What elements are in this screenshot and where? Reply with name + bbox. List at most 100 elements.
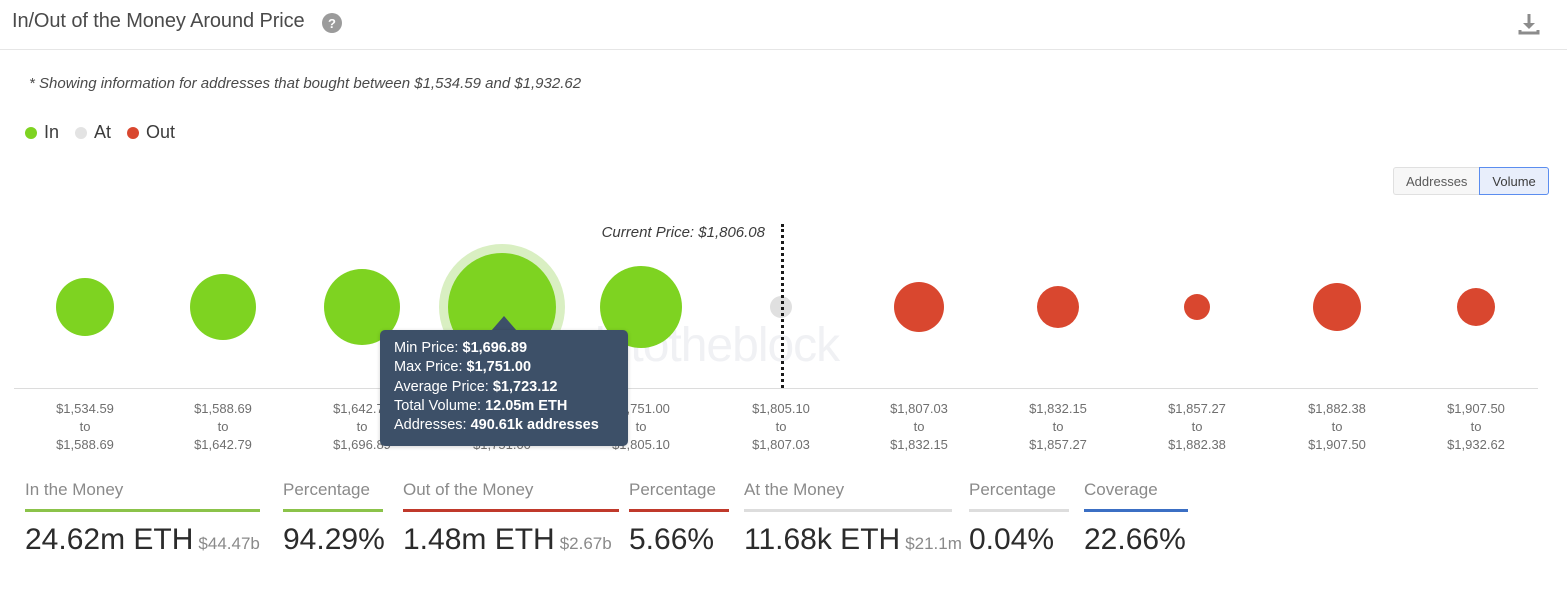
stat-rule (25, 509, 260, 512)
chart-axis-line (14, 388, 1538, 389)
stat-block: Percentage 0.04% (969, 480, 1069, 557)
x-tick-range-end: $1,642.79 (194, 437, 252, 452)
x-tick-range-separator: to (775, 419, 787, 434)
metric-toggle-group[interactable]: Addresses Volume (1393, 167, 1549, 195)
stat-value: 1.48m ETH $2.67b (403, 523, 612, 556)
stat-value: 5.66% (629, 523, 715, 556)
x-tick-range-separator: to (1331, 419, 1343, 434)
x-tick-label: $1,588.69 to $1,642.79 (163, 400, 283, 454)
tooltip-total-volume-value: 12.05m ETH (485, 397, 568, 414)
x-tick-range-end: $1,588.69 (56, 437, 114, 452)
x-tick-range-start: $1,534.59 (56, 401, 114, 416)
bubble-out[interactable] (894, 282, 944, 332)
panel-header: In/Out of the Money Around Price ? (0, 0, 1567, 50)
stat-label: Coverage (1084, 480, 1158, 499)
bubble-tooltip: Min Price: $1,696.89 Max Price: $1,751.0… (380, 330, 628, 447)
tooltip-min-price-row: Min Price: $1,696.89 (394, 339, 616, 358)
page-title: In/Out of the Money Around Price (12, 10, 305, 32)
stat-rule (283, 509, 383, 512)
x-tick-range-end: $1,882.38 (1168, 437, 1226, 452)
stat-rule (629, 509, 729, 512)
stat-block: Percentage 94.29% (283, 480, 385, 557)
stat-block: In the Money 24.62m ETH $44.47b (25, 480, 260, 557)
toggle-addresses-button[interactable]: Addresses (1393, 167, 1480, 195)
tooltip-min-price-value: $1,696.89 (462, 340, 528, 356)
current-price-line (781, 224, 784, 388)
tooltip-min-price-label: Min Price: (394, 340, 463, 356)
stat-value: 22.66% (1084, 523, 1186, 556)
stat-label: In the Money (25, 480, 124, 499)
x-tick-range-start: $1,857.27 (1168, 401, 1226, 416)
x-tick-range-start: $1,807.03 (890, 401, 948, 416)
tooltip-max-price-row: Max Price: $1,751.00 (394, 358, 616, 377)
x-tick-range-separator: to (79, 419, 91, 434)
legend-item-out[interactable]: Out (127, 122, 175, 143)
legend-label-out: Out (146, 122, 176, 142)
stat-label: Percentage (629, 480, 716, 499)
x-tick-range-start: $1,907.50 (1447, 401, 1505, 416)
x-tick-range-separator: to (1191, 419, 1203, 434)
legend-dot-in-icon (25, 126, 37, 139)
stat-block: Out of the Money 1.48m ETH $2.67b (403, 480, 619, 557)
legend: In At Out (25, 122, 191, 143)
tooltip-arrow (491, 316, 517, 331)
filter-note: * Showing information for addresses that… (29, 75, 582, 92)
x-tick-range-separator: to (217, 419, 229, 434)
legend-item-in[interactable]: In (25, 122, 59, 143)
tooltip-addresses-row: Addresses: 490.61k addresses (394, 416, 616, 435)
stat-sub-value: $2.67b (559, 534, 612, 553)
x-tick-range-separator: to (1470, 419, 1482, 434)
x-tick-range-separator: to (1052, 419, 1064, 434)
toggle-volume-button[interactable]: Volume (1479, 167, 1549, 195)
legend-item-at[interactable]: At (75, 122, 111, 143)
stat-block: At the Money 11.68k ETH $21.1m (744, 480, 962, 557)
x-tick-range-start: $1,805.10 (752, 401, 810, 416)
bubble-in[interactable] (190, 274, 256, 340)
tooltip-average-price-row: Average Price: $1,723.12 (394, 378, 616, 397)
tooltip-total-volume-label: Total Volume: (394, 397, 486, 414)
summary-stats-row: In the Money 24.62m ETH $44.47b Percentage 9… (0, 480, 1567, 580)
stat-value: 11.68k ETH $21.1m (744, 523, 962, 556)
stat-block: Coverage 22.66% (1084, 480, 1188, 557)
bubble-out[interactable] (1313, 283, 1361, 331)
stat-value: 24.62m ETH $44.47b (25, 523, 260, 556)
stat-rule (969, 509, 1069, 512)
bubble-in[interactable] (56, 278, 114, 336)
x-tick-range-start: $1,882.38 (1308, 401, 1366, 416)
stat-rule (1084, 509, 1188, 512)
tooltip-total-volume-row: Total Volume: 12.05m ETH (394, 397, 616, 416)
question-mark-circle-icon[interactable]: ? (322, 13, 342, 33)
x-tick-range-end: $1,832.15 (890, 437, 948, 452)
stat-label: Out of the Money (403, 480, 534, 499)
x-tick-label: $1,832.15 to $1,857.27 (998, 400, 1118, 454)
stat-value: 94.29% (283, 523, 385, 556)
tooltip-max-price-value: $1,751.00 (466, 359, 532, 376)
stat-block: Percentage 5.66% (629, 480, 729, 557)
bubble-out[interactable] (1037, 286, 1079, 328)
x-tick-label: $1,857.27 to $1,882.38 (1137, 400, 1257, 454)
download-icon[interactable] (1514, 10, 1544, 38)
stat-sub-value: $21.1m (905, 534, 962, 553)
stat-rule (744, 509, 952, 512)
stat-rule (403, 509, 619, 512)
bubble-out[interactable] (1457, 288, 1495, 326)
x-tick-range-end: $1,857.27 (1029, 437, 1087, 452)
x-tick-label: $1,907.50 to $1,932.62 (1416, 400, 1536, 454)
tooltip-addresses-value: 490.61k addresses (470, 417, 599, 434)
x-tick-range-end: $1,907.50 (1308, 437, 1366, 452)
legend-label-in: In (44, 122, 60, 142)
x-tick-range-start: $1,832.15 (1029, 401, 1087, 416)
x-tick-label: $1,882.38 to $1,907.50 (1277, 400, 1397, 454)
current-price-label: Current Price: $1,806.08 (601, 224, 765, 241)
x-tick-label: $1,805.10 to $1,807.03 (721, 400, 841, 454)
x-tick-range-end: $1,807.03 (752, 437, 810, 452)
x-tick-range-start: $1,588.69 (194, 401, 252, 416)
legend-label-at: At (94, 122, 112, 142)
stat-sub-value: $44.47b (198, 534, 260, 553)
stat-label: Percentage (969, 480, 1056, 499)
legend-dot-at-icon (75, 126, 88, 139)
bubble-out[interactable] (1184, 294, 1210, 320)
tooltip-average-price-value: $1,723.12 (492, 378, 558, 395)
tooltip-average-price-label: Average Price: (394, 378, 493, 395)
stat-label: Percentage (283, 480, 370, 499)
